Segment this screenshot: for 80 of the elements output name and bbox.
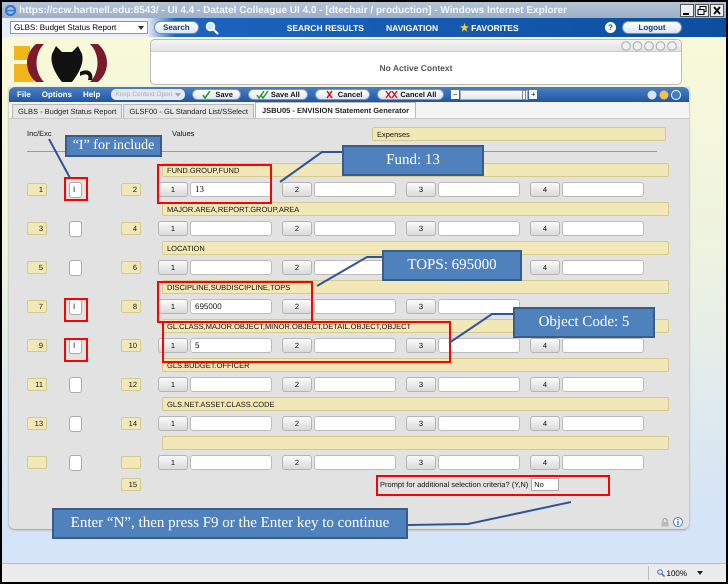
value-field[interactable] bbox=[438, 416, 520, 431]
value-field[interactable] bbox=[562, 416, 644, 431]
value-field[interactable] bbox=[314, 182, 396, 197]
menu-item[interactable]: File bbox=[17, 90, 31, 99]
callout-tooltip: Enter “N”, then press F9 or the Enter key to continue bbox=[52, 508, 408, 539]
nav-link[interactable]: FAVORITES bbox=[460, 22, 519, 32]
context-select[interactable]: GLBS: Budget Status Report bbox=[10, 21, 148, 34]
value-field[interactable]: 695000 bbox=[190, 299, 272, 314]
value-field[interactable] bbox=[562, 221, 644, 236]
zoom-out-button[interactable]: − bbox=[451, 90, 460, 99]
restore-icon[interactable] bbox=[695, 4, 709, 16]
value-field[interactable] bbox=[314, 221, 396, 236]
callout-tooltip: “I” for include bbox=[65, 135, 162, 157]
menu-item[interactable]: Help bbox=[83, 90, 100, 99]
highlight-rectangle bbox=[64, 177, 88, 201]
star-icon bbox=[460, 23, 470, 32]
highlight-rectangle bbox=[64, 338, 88, 362]
context-icons-drawing bbox=[621, 40, 677, 50]
include-field[interactable] bbox=[69, 220, 82, 236]
value-field[interactable]: 13 bbox=[190, 182, 272, 197]
value-field[interactable] bbox=[562, 338, 644, 353]
zoom-slider[interactable] bbox=[460, 90, 528, 100]
callout-tooltip: Object Code: 5 bbox=[513, 307, 655, 338]
value-field[interactable] bbox=[438, 455, 520, 470]
browser-icon bbox=[5, 4, 16, 16]
value-field[interactable] bbox=[314, 299, 396, 314]
info-icon[interactable] bbox=[673, 517, 683, 527]
value-field[interactable] bbox=[314, 377, 396, 392]
value-field[interactable] bbox=[190, 455, 272, 470]
value-field[interactable] bbox=[190, 377, 272, 392]
zoom-select[interactable]: 100% bbox=[648, 566, 714, 580]
check-icon bbox=[256, 90, 269, 99]
search-button[interactable]: Search bbox=[154, 21, 199, 34]
include-field[interactable] bbox=[69, 454, 82, 470]
leader-line bbox=[316, 256, 382, 287]
include-field[interactable] bbox=[69, 376, 82, 392]
value-field[interactable] bbox=[314, 416, 396, 431]
help-icon[interactable]: ? bbox=[605, 22, 616, 33]
include-field[interactable] bbox=[69, 416, 82, 432]
callout-tooltip: Fund: 13 bbox=[342, 145, 484, 176]
minimize-icon[interactable] bbox=[680, 4, 694, 16]
value-field[interactable] bbox=[438, 221, 520, 236]
value-field[interactable] bbox=[562, 377, 644, 392]
value-field[interactable] bbox=[438, 182, 520, 197]
zoom-in-button[interactable]: + bbox=[529, 90, 538, 99]
menu-item[interactable]: Options bbox=[42, 90, 72, 99]
value-field[interactable] bbox=[562, 260, 644, 275]
zoom-icon bbox=[656, 569, 665, 577]
nav-link[interactable]: SEARCH RESULTS bbox=[286, 22, 364, 32]
logout-button[interactable]: Logout bbox=[622, 21, 682, 34]
value-field[interactable] bbox=[438, 377, 520, 392]
value-field[interactable]: 5 bbox=[190, 338, 272, 353]
value-field[interactable] bbox=[438, 338, 520, 353]
lock-icon bbox=[661, 518, 669, 526]
context-message: No Active Context bbox=[378, 62, 454, 75]
value-field[interactable] bbox=[562, 455, 644, 470]
window-controls-drawing bbox=[647, 90, 683, 100]
include-field[interactable]: I bbox=[69, 182, 82, 198]
value-field[interactable] bbox=[190, 260, 272, 275]
cross-icon bbox=[385, 90, 398, 99]
leader-line bbox=[48, 138, 71, 178]
window-title: https://ccw.hartnell.edu:8543/ - UI 4.4 - Datatel Colleague UI 4.0 - [dtechair / production] - Windows Internet Explorer bbox=[19, 4, 567, 16]
include-field[interactable] bbox=[69, 260, 82, 276]
row-number bbox=[27, 456, 47, 469]
value-field[interactable] bbox=[314, 338, 396, 353]
highlight-rectangle bbox=[64, 298, 88, 322]
value-field[interactable] bbox=[562, 182, 644, 197]
value-field[interactable] bbox=[190, 416, 272, 431]
leader-line bbox=[448, 313, 513, 344]
value-field[interactable] bbox=[438, 299, 520, 314]
slider-thumb[interactable] bbox=[522, 90, 526, 100]
callout-tooltip: TOPS: 695000 bbox=[382, 250, 522, 281]
nav-link[interactable]: NAVIGATION bbox=[386, 22, 438, 32]
search-icon[interactable] bbox=[204, 20, 219, 34]
leader-line bbox=[279, 151, 342, 183]
value-field[interactable] bbox=[314, 455, 396, 470]
value-field[interactable] bbox=[190, 221, 272, 236]
check-icon bbox=[200, 90, 214, 99]
close-icon[interactable] bbox=[710, 4, 724, 16]
field-number bbox=[121, 456, 141, 469]
